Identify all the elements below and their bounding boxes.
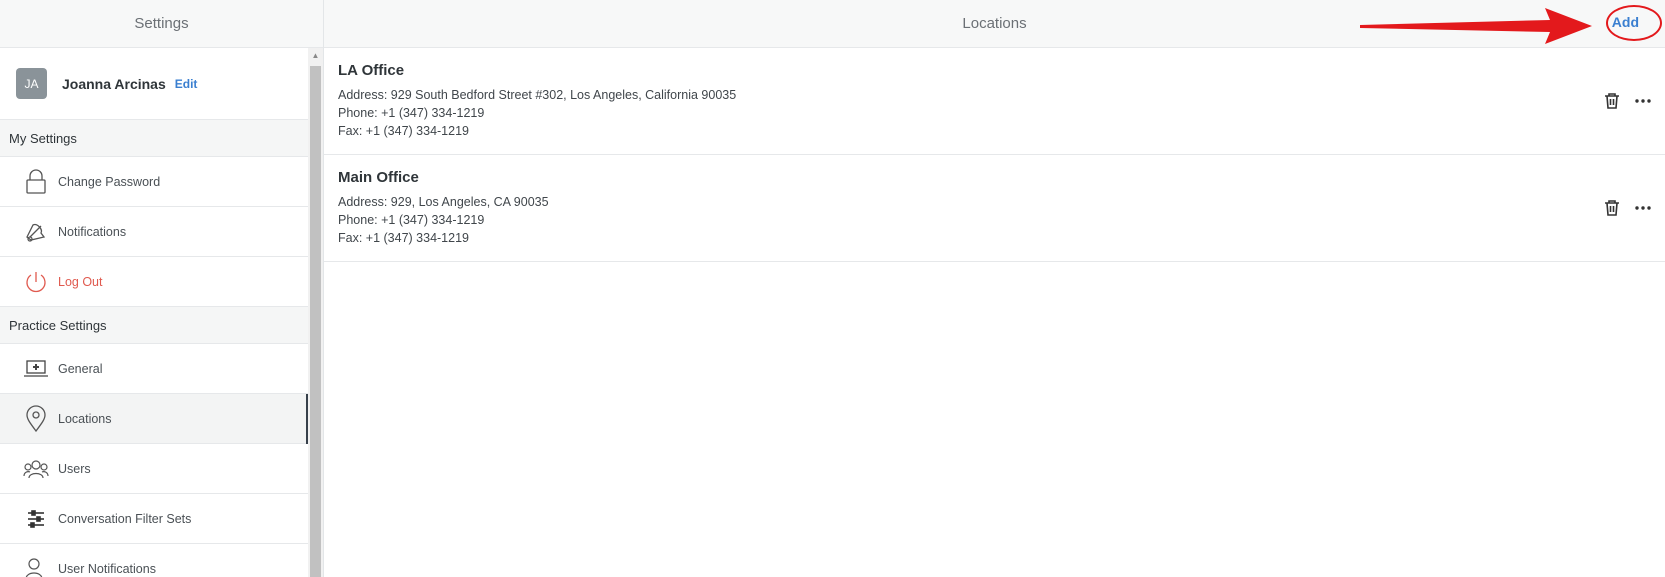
sidebar-item-general[interactable]: General	[0, 344, 308, 394]
sidebar-item-label: User Notifications	[58, 561, 156, 576]
more-options-icon[interactable]	[1635, 199, 1651, 217]
page-title: Locations	[962, 15, 1027, 32]
sidebar-item-label: Conversation Filter Sets	[58, 511, 192, 526]
sidebar-item-label: Locations	[58, 411, 112, 426]
location-row[interactable]: Main Office Address: 929, Los Angeles, C…	[324, 155, 1665, 262]
users-icon	[23, 456, 49, 482]
trash-icon[interactable]	[1603, 92, 1621, 110]
sidebar-title: Settings	[0, 0, 323, 48]
user-profile: JA Joanna Arcinas Edit	[0, 48, 308, 120]
scrollbar-thumb[interactable]	[310, 66, 321, 577]
scroll-up-arrow-icon[interactable]: ▲	[308, 48, 323, 62]
sidebar-item-label: Log Out	[58, 274, 103, 289]
main-header: Locations Add	[324, 0, 1665, 48]
user-bell-icon	[23, 556, 49, 577]
location-row[interactable]: LA Office Address: 929 South Bedford Str…	[324, 48, 1665, 155]
bell-icon	[23, 219, 49, 245]
sidebar-item-user-notifications[interactable]: User Notifications	[0, 544, 308, 577]
location-phone: Phone: +1 (347) 334-1219	[338, 213, 485, 227]
location-phone: Phone: +1 (347) 334-1219	[338, 106, 485, 120]
annotation-arrow-icon	[1360, 8, 1592, 44]
edit-profile-link[interactable]: Edit	[175, 77, 198, 91]
profile-name: Joanna Arcinas	[62, 75, 166, 92]
map-pin-icon	[23, 404, 49, 432]
avatar: JA	[16, 68, 47, 99]
sidebar-item-label: General	[58, 361, 103, 376]
trash-icon[interactable]	[1603, 199, 1621, 217]
location-fax: Fax: +1 (347) 334-1219	[338, 124, 469, 138]
power-icon	[23, 269, 49, 295]
location-actions	[1603, 92, 1651, 110]
location-actions	[1603, 199, 1651, 217]
sidebar-scrollbar[interactable]: ▲	[308, 48, 323, 577]
sidebar-item-conversation-filter-sets[interactable]: Conversation Filter Sets	[0, 494, 308, 544]
my-settings-header: My Settings	[0, 120, 308, 157]
sidebar-item-locations[interactable]: Locations	[0, 394, 308, 444]
location-name: LA Office	[338, 62, 405, 79]
sidebar-item-label: Notifications	[58, 224, 127, 239]
sidebar-item-label: Users	[58, 461, 91, 476]
sidebar-item-users[interactable]: Users	[0, 444, 308, 494]
sidebar-item-change-password[interactable]: Change Password	[0, 157, 308, 207]
laptop-icon	[23, 356, 49, 382]
location-address: Address: 929, Los Angeles, CA 90035	[338, 195, 549, 209]
sliders-icon	[23, 506, 49, 532]
settings-sidebar: Settings JA Joanna Arcinas Edit My Setti…	[0, 0, 324, 577]
location-fax: Fax: +1 (347) 334-1219	[338, 231, 469, 245]
location-name: Main Office	[338, 169, 419, 186]
locations-panel: Locations Add LA Office Address: 929 Sou…	[324, 0, 1665, 577]
sidebar-item-notifications[interactable]: Notifications	[0, 207, 308, 257]
location-address: Address: 929 South Bedford Street #302, …	[338, 88, 737, 102]
add-location-button[interactable]: Add	[1612, 14, 1639, 30]
sidebar-item-label: Change Password	[58, 174, 161, 189]
practice-settings-header: Practice Settings	[0, 307, 308, 344]
more-options-icon[interactable]	[1635, 92, 1651, 110]
sidebar-item-log-out[interactable]: Log Out	[0, 257, 308, 307]
lock-icon	[23, 168, 49, 195]
